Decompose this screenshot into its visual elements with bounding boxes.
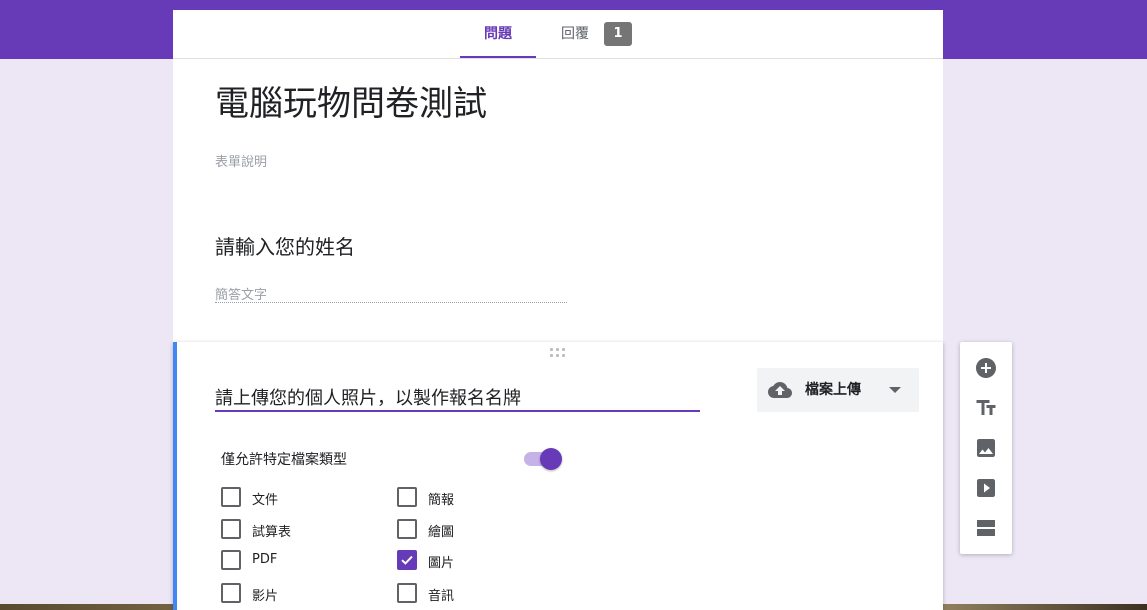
add-title-icon[interactable]: [972, 394, 1000, 422]
question-2-card[interactable]: 請上傳您的個人照片，以製作報名名牌 檔案上傳 僅允許特定檔案類型 文件 簡報 試…: [173, 342, 943, 610]
file-type-label: PDF: [252, 552, 278, 567]
chevron-down-icon: [889, 387, 901, 393]
checkbox[interactable]: [221, 583, 241, 603]
question-2-title-input[interactable]: 請上傳您的個人照片，以製作報名名牌: [215, 384, 700, 412]
tab-responses[interactable]: 回覆: [558, 10, 592, 58]
checkbox[interactable]: [397, 487, 417, 507]
add-video-icon[interactable]: [972, 474, 1000, 502]
short-answer-placeholder: 簡答文字: [215, 284, 567, 303]
drag-handle-icon[interactable]: [550, 348, 568, 360]
file-type-label: 繪圖: [428, 525, 455, 540]
question-type-dropdown[interactable]: 檔案上傳: [757, 368, 919, 412]
file-type-label: 文件: [252, 493, 279, 508]
add-section-icon[interactable]: [972, 514, 1000, 542]
question-type-label: 檔案上傳: [805, 382, 861, 398]
add-image-icon[interactable]: [972, 434, 1000, 462]
checkbox[interactable]: [221, 487, 241, 507]
form-description-field[interactable]: 表單說明: [215, 151, 267, 170]
file-type-label: 試算表: [252, 525, 292, 540]
cloud-upload-icon: [767, 378, 793, 406]
toggle-thumb: [540, 448, 562, 470]
checkbox[interactable]: [397, 583, 417, 603]
file-type-label: 圖片: [428, 556, 455, 571]
restrict-file-types-toggle[interactable]: [522, 447, 562, 471]
checkbox-checked[interactable]: [397, 550, 417, 570]
question-1-title[interactable]: 請輸入您的姓名: [215, 231, 355, 260]
file-type-label: 音訊: [428, 589, 455, 604]
tab-questions[interactable]: 問題: [460, 10, 536, 58]
file-type-label: 簡報: [428, 493, 455, 508]
add-question-icon[interactable]: [972, 354, 1000, 382]
check-icon: [401, 555, 413, 565]
active-card-indicator: [173, 342, 177, 610]
checkbox[interactable]: [397, 519, 417, 539]
tab-bar: 問題 回覆 1: [173, 10, 943, 59]
checkbox[interactable]: [221, 519, 241, 539]
form-title[interactable]: 電腦玩物問卷測試: [215, 76, 487, 125]
responses-count-badge: 1: [604, 22, 632, 46]
file-type-label: 影片: [252, 589, 279, 604]
restrict-file-types-label: 僅允許特定檔案類型: [221, 452, 347, 468]
floating-toolbar: [960, 342, 1012, 554]
checkbox[interactable]: [221, 550, 241, 570]
